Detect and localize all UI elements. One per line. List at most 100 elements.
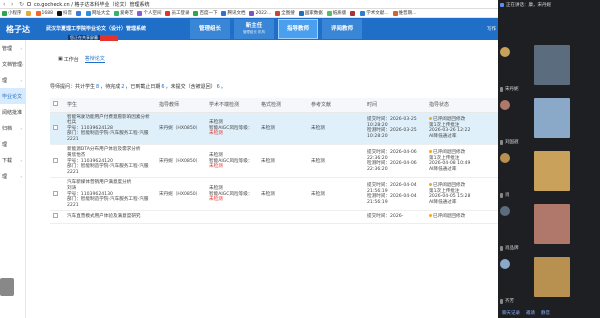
time-cell: 提交时间：2026-04-06 22:36:20 检测时间：2026-04-06 … bbox=[364, 144, 426, 179]
table-row[interactable]: 智能驾驶功能用户付费意愿影响因素分析 杜兵 学号：11039624128 部门：智能制… bbox=[50, 112, 498, 146]
bookmark-item[interactable]: 个人空间 bbox=[137, 10, 161, 16]
bookmark-item[interactable]: 员工登录 bbox=[165, 10, 189, 16]
aigc-status: 未检测 bbox=[209, 197, 223, 203]
student-title[interactable]: 智能驾驶功能用户付费意愿影响因素分析 bbox=[67, 115, 153, 121]
meeting-speaking-bar: 正在讲话：康，宋丹妮 bbox=[498, 0, 600, 9]
select-all-checkbox[interactable] bbox=[53, 101, 58, 107]
browser-address-bar[interactable]: ‹ › ↻ co.gocheck.cn / 格子达本科毕业（论文）管理系统 bbox=[0, 0, 498, 9]
role-tab[interactable]: 新主任 管理组长 机构 bbox=[234, 19, 274, 39]
sidebar-item[interactable]: 理 › bbox=[0, 168, 25, 184]
status-text[interactable]: 已评阅退回修改 bbox=[433, 183, 465, 188]
status-text[interactable]: 已评阅退回修改 bbox=[433, 117, 465, 122]
participant-label: 宋丹妮 bbox=[500, 86, 519, 92]
status-dot-icon bbox=[429, 150, 432, 154]
bookmark-icon bbox=[392, 10, 398, 16]
bookmark-icon bbox=[350, 10, 356, 16]
tab-workbench[interactable]: ▣ 工作台 bbox=[58, 56, 79, 63]
bookmark-item[interactable]: 腾讯文档 bbox=[221, 10, 245, 16]
back-icon[interactable]: ‹ bbox=[3, 1, 8, 8]
status-text[interactable]: 已评阅退回修改 bbox=[433, 150, 465, 155]
participant-video[interactable] bbox=[534, 257, 570, 297]
row-checkbox[interactable] bbox=[53, 213, 58, 219]
bookmark-item[interactable]: 1688 bbox=[35, 10, 53, 16]
bookmark-item[interactable]: 维普期... bbox=[392, 10, 416, 16]
format-cell: 未检测 bbox=[258, 112, 308, 146]
participant-video[interactable] bbox=[534, 151, 570, 191]
summary-line: 导师提问：共计学生 8 ，待完成 2 ，已到截止日期 6 ，未提交（含被退回） … bbox=[50, 83, 226, 91]
sidebar-item[interactable]: 理 bbox=[0, 136, 25, 152]
tab-defense-thesis[interactable]: 答辩论文 bbox=[84, 55, 105, 63]
status-cell: 已评阅退回修改 bbox=[426, 210, 498, 224]
bookmark-icon bbox=[275, 10, 281, 16]
sidebar-item[interactable]: 归档 › bbox=[0, 120, 25, 136]
role-tab[interactable]: 评阅教师 bbox=[322, 19, 362, 39]
column-header: 学术不端检测 bbox=[206, 98, 258, 113]
bookmark-item[interactable]: 百度一下 bbox=[193, 10, 217, 16]
bookmark-icon bbox=[298, 10, 304, 16]
role-tab[interactable]: 指导教师 bbox=[278, 19, 318, 39]
column-header: 时间 bbox=[364, 98, 426, 113]
mic-icon bbox=[500, 192, 503, 198]
reference-cell: 未检测 bbox=[308, 177, 364, 212]
teacher-cell: 宋丹妮（HX0850） bbox=[156, 144, 206, 179]
bookmark-item[interactable]: 抖音 bbox=[56, 10, 72, 16]
student-dept: 部门：智能制造学院-汽车服务工程-汽服2221 bbox=[67, 164, 149, 175]
table-row[interactable]: 新能源DTA分布用户体验及需求分析 黄欣怡杰 学号：11039624120 部门：智能… bbox=[50, 144, 498, 179]
mic-icon bbox=[500, 298, 503, 304]
home-icon: ▣ bbox=[58, 56, 63, 62]
bookmark-item[interactable] bbox=[75, 10, 82, 16]
screen-share-banner: 您正在共享屏幕 结束共享 bbox=[68, 34, 118, 41]
bookmark-item[interactable]: 网址大全 bbox=[85, 10, 110, 16]
reload-icon[interactable]: ↻ bbox=[19, 1, 24, 8]
role-tab[interactable]: 管理组长 bbox=[190, 19, 230, 39]
forward-icon[interactable]: › bbox=[11, 1, 16, 8]
column-header bbox=[50, 98, 64, 113]
bookmark-item[interactable] bbox=[25, 10, 32, 16]
row-checkbox[interactable] bbox=[53, 124, 58, 130]
participant-avatar bbox=[500, 100, 510, 110]
bookmark-item[interactable]: 纸质版 bbox=[326, 10, 346, 16]
meeting-footer-button[interactable]: 静音 bbox=[541, 310, 550, 316]
pending-count: 2 bbox=[121, 83, 125, 90]
bookmark-item[interactable]: 全图搜 bbox=[275, 10, 295, 16]
row-checkbox[interactable] bbox=[53, 157, 58, 163]
table-row[interactable]: 汽车新媒体营销用户满意度分析 刘涛 学号：11039624130 部门：智能制造学院-… bbox=[50, 177, 498, 212]
meeting-footer-button[interactable]: 邀请 bbox=[526, 310, 535, 316]
status-text[interactable]: 已评阅退回修改 bbox=[433, 214, 465, 219]
participant-label: 齐芳 bbox=[500, 298, 514, 304]
url-text[interactable]: co.gocheck.cn / 格子达本科毕业（论文）管理系统 bbox=[34, 1, 150, 8]
bookmark-icon bbox=[85, 10, 91, 16]
returned-count: 6 bbox=[216, 83, 220, 90]
sidebar-item[interactable]: 理 › bbox=[0, 72, 25, 88]
plagiarism-cell bbox=[206, 210, 258, 224]
student-dept: 部门：智能制造学院-汽车服务工程-汽服2221 bbox=[67, 131, 149, 142]
format-cell: 未检测 bbox=[258, 144, 308, 179]
bookmark-item[interactable]: 国家数据 bbox=[298, 10, 323, 16]
bookmark-item[interactable]: 小程序 bbox=[2, 10, 22, 16]
floating-thumbnail[interactable] bbox=[0, 278, 14, 296]
row-checkbox[interactable] bbox=[53, 190, 58, 196]
sidebar-item[interactable]: 管理 › bbox=[0, 40, 25, 56]
bookmark-icon bbox=[25, 10, 31, 16]
write-button[interactable]: 写作 bbox=[487, 26, 496, 32]
bookmark-item[interactable]: 2022... bbox=[249, 10, 271, 16]
participant-video[interactable] bbox=[534, 204, 570, 244]
participant-label: 肖品牌 bbox=[500, 245, 519, 251]
sidebar-item[interactable]: 下载 › bbox=[0, 152, 25, 168]
student-title[interactable]: 汽车直营模式用户体验及满意度研究 bbox=[67, 214, 153, 220]
bookmark-icon bbox=[56, 10, 62, 16]
meeting-footer-button[interactable]: 聊天记录 bbox=[502, 310, 520, 316]
participant-video[interactable] bbox=[534, 98, 570, 138]
teacher-cell: 宋丹妮（HX0850） bbox=[156, 177, 206, 212]
participant-video[interactable] bbox=[534, 45, 570, 85]
column-header: 参考文献 bbox=[308, 98, 364, 113]
table-row[interactable]: 汽车直营模式用户体验及满意度研究 提交时间：2026- 已评阅退回修改 bbox=[50, 210, 498, 224]
sidebar-item[interactable]: 阅结批准 bbox=[0, 104, 25, 120]
sidebar-item[interactable]: 毕业论文 bbox=[0, 88, 25, 104]
sidebar-item[interactable]: 文档管理 › bbox=[0, 56, 25, 72]
bookmark-item[interactable]: 学术文献... bbox=[360, 10, 389, 16]
stop-share-button[interactable]: 结束共享 bbox=[100, 34, 118, 41]
bookmark-icon bbox=[221, 10, 227, 16]
bookmark-item[interactable] bbox=[350, 10, 356, 16]
bookmark-item[interactable]: 爱奇艺 bbox=[113, 10, 133, 16]
